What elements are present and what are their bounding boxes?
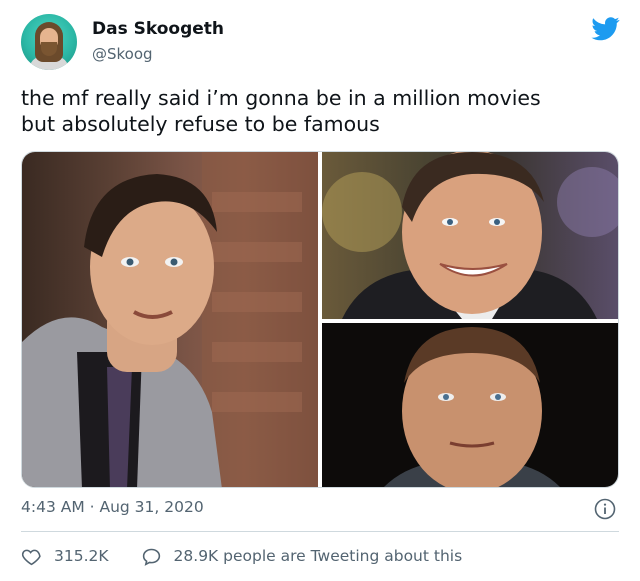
like-button[interactable]: 315.2K	[21, 546, 109, 567]
photo-left[interactable]	[22, 152, 318, 487]
author-name[interactable]: Das Skoogeth	[92, 19, 224, 39]
photo-bottom-right[interactable]	[322, 323, 618, 487]
reply-conversation-link[interactable]: 28.9K people are Tweeting about this	[141, 546, 463, 567]
author-handle[interactable]: @Skoog	[92, 45, 153, 63]
info-icon[interactable]	[594, 498, 616, 520]
tweeting-about-text: 28.9K people are Tweeting about this	[173, 547, 463, 565]
heart-icon	[21, 549, 41, 565]
tweet-timestamp[interactable]: 4:43 AM · Aug 31, 2020	[21, 498, 204, 516]
twitter-bird-icon[interactable]	[591, 17, 620, 41]
like-count: 315.2K	[54, 547, 109, 565]
photo-top-right[interactable]	[322, 152, 618, 319]
speech-bubble-icon	[142, 548, 160, 566]
tweet-media-grid[interactable]	[21, 151, 619, 488]
action-bar: 315.2K 28.9K people are Tweeting about t…	[21, 544, 462, 568]
author-avatar[interactable]	[21, 14, 77, 70]
tweet-text: the mf really said i’m gonna be in a mil…	[21, 86, 541, 136]
divider	[21, 531, 619, 532]
